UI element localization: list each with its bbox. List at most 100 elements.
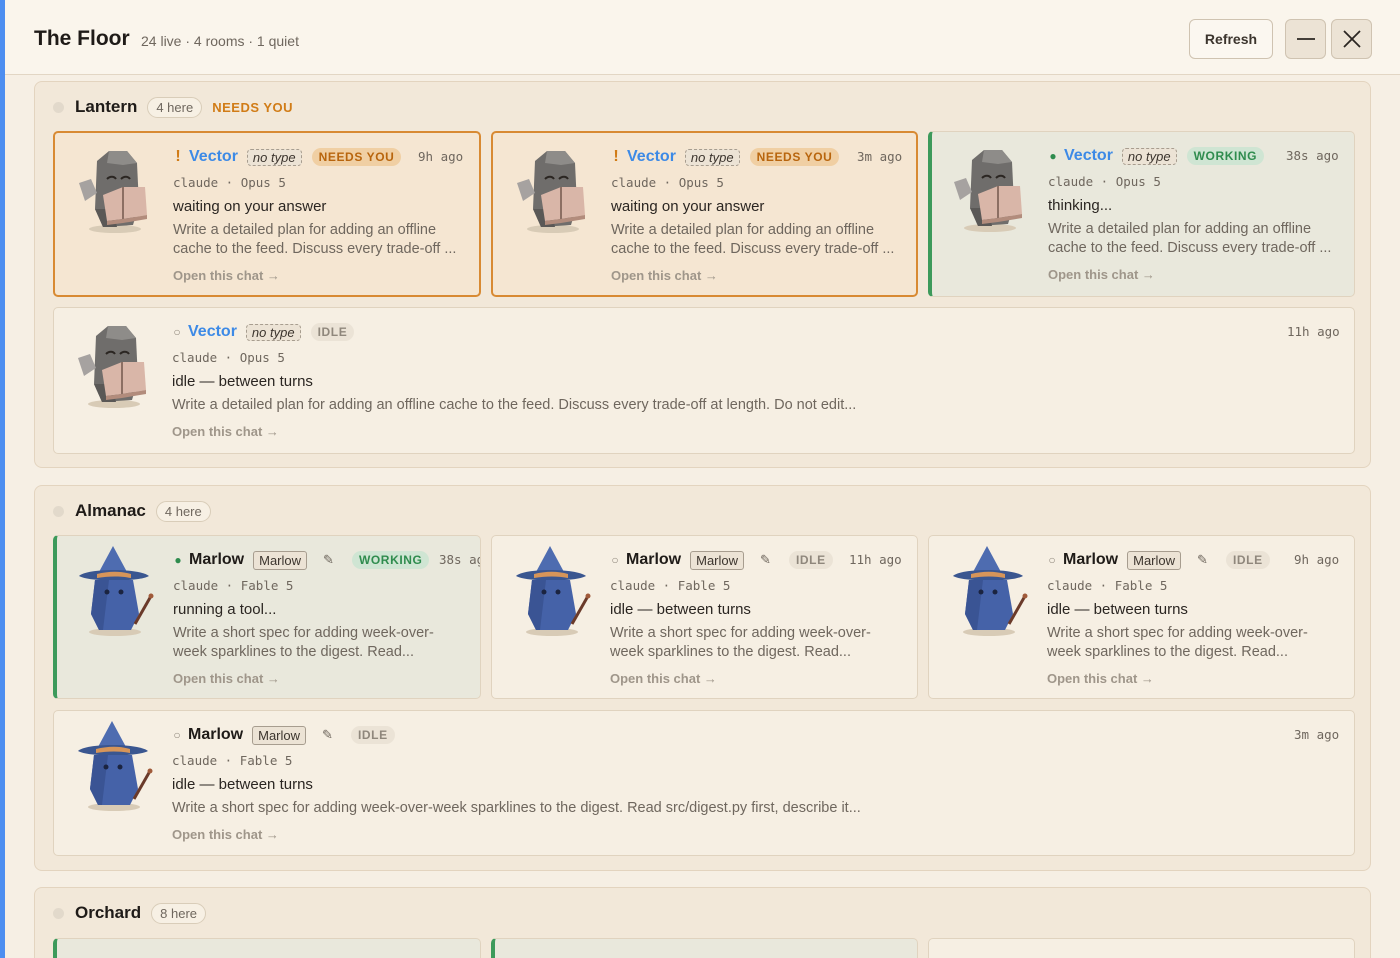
working-dot-icon: ●	[174, 553, 182, 567]
room-lantern: Lantern 4 here NEEDS YOU ! Vector no typ…	[34, 81, 1371, 468]
open-chat-link[interactable]: Open this chat →	[172, 827, 279, 842]
pencil-icon[interactable]: ✎	[323, 552, 334, 568]
role-tag: Marlow	[253, 550, 308, 570]
pencil-icon[interactable]: ✎	[760, 552, 771, 568]
agent-card[interactable]: ○ Marlow Marlow ✎ IDLE 11h ago claude · …	[491, 535, 918, 699]
idle-ring-icon: ○	[173, 325, 181, 339]
model-label: claude · Fable 5	[173, 578, 294, 593]
working-dot-icon: ●	[1049, 149, 1057, 163]
agent-card[interactable]: ○ Vector no type IDLE 11h ago claude · O…	[53, 307, 1355, 454]
agent-card[interactable]	[491, 938, 918, 958]
agent-name: Vector	[1064, 147, 1113, 164]
status-badge: IDLE	[310, 323, 355, 341]
room-status-dot	[53, 101, 64, 113]
model-label: claude · Opus 5	[611, 175, 724, 190]
model-label: claude · Fable 5	[1047, 578, 1168, 593]
model-label: claude · Opus 5	[172, 350, 285, 365]
status-text: running a tool...	[173, 601, 277, 618]
last-active: 3m ago	[857, 149, 903, 164]
attention-icon: !	[175, 148, 181, 165]
open-chat-link[interactable]: Open this chat →	[610, 671, 717, 686]
robot-avatar-icon	[516, 150, 586, 233]
open-chat-link[interactable]: Open this chat →	[1048, 267, 1155, 282]
prompt-preview: Write a detailed plan for adding an offl…	[611, 222, 895, 257]
room-count-badge: 4 here	[155, 500, 211, 522]
prompt-preview: Write a detailed plan for adding an offl…	[173, 222, 457, 257]
model-label: claude · Fable 5	[172, 753, 293, 768]
pencil-icon[interactable]: ✎	[322, 727, 333, 743]
minus-icon	[1296, 38, 1315, 40]
role-tag: Marlow	[690, 550, 745, 570]
agent-card[interactable]: ! Vector no type NEEDS YOU 3m ago claude…	[491, 131, 918, 297]
status-text: idle — between turns	[172, 373, 313, 390]
refresh-button[interactable]: Refresh	[1189, 19, 1273, 59]
status-text: idle — between turns	[610, 601, 751, 618]
status-text: idle — between turns	[172, 776, 313, 793]
last-active: 11h ago	[849, 552, 902, 567]
idle-ring-icon: ○	[1048, 553, 1056, 567]
room-orchard: Orchard 8 here	[34, 887, 1371, 958]
room-name: Lantern	[75, 97, 138, 116]
close-button[interactable]	[1331, 19, 1372, 59]
prompt-preview: Write a short spec for adding week-over-…	[172, 800, 861, 816]
status-badge: WORKING	[1186, 147, 1265, 165]
status-badge: WORKING	[351, 551, 430, 569]
prompt-preview: Write a short spec for adding week-over-…	[1047, 625, 1308, 660]
minimize-button[interactable]	[1285, 19, 1326, 59]
open-chat-link[interactable]: Open this chat →	[173, 268, 280, 283]
room-count-badge: 4 here	[147, 96, 203, 118]
role-tag: Marlow	[252, 725, 307, 745]
floor-summary: 24 live · 4 rooms · 1 quiet	[141, 33, 299, 49]
agent-card[interactable]	[53, 938, 481, 958]
agent-card[interactable]: ● Vector no type WORKING 38s ago claude …	[928, 131, 1355, 297]
room-name: Orchard	[75, 903, 142, 922]
agent-card[interactable]: ○ Marlow Marlow ✎ IDLE 3m ago claude · F…	[53, 710, 1355, 856]
agent-name: Marlow	[189, 551, 245, 568]
idle-ring-icon: ○	[611, 553, 619, 567]
status-text: thinking...	[1048, 197, 1113, 214]
prompt-preview: Write a detailed plan for adding an offl…	[172, 397, 857, 413]
wizard-avatar-icon	[76, 721, 154, 811]
prompt-preview: Write a short spec for adding week-over-…	[173, 625, 434, 660]
open-chat-link[interactable]: Open this chat →	[172, 424, 279, 439]
status-text: waiting on your answer	[173, 198, 327, 215]
status-badge: IDLE	[788, 551, 833, 569]
room-count-badge: 8 here	[151, 902, 207, 924]
room-name: Almanac	[75, 501, 146, 520]
last-active: 38s ago	[1286, 148, 1339, 163]
robot-avatar-icon	[78, 150, 148, 233]
open-chat-link[interactable]: Open this chat →	[611, 268, 718, 283]
prompt-preview: Write a detailed plan for adding an offl…	[1048, 221, 1332, 256]
open-chat-link[interactable]: Open this chat →	[1047, 671, 1154, 686]
agent-name: Marlow	[188, 726, 244, 743]
close-x-icon	[1342, 30, 1361, 48]
status-badge: IDLE	[350, 726, 395, 744]
open-chat-link[interactable]: Open this chat →	[173, 671, 280, 686]
type-tag: no type	[1121, 147, 1177, 165]
agent-card[interactable]: ! Vector no type NEEDS YOU 9h ago claude…	[53, 131, 481, 297]
agent-name: Vector	[627, 148, 676, 165]
top-bar: The Floor 24 live · 4 rooms · 1 quiet Re…	[5, 0, 1400, 75]
type-tag: no type	[684, 148, 740, 166]
room-status-dot	[53, 907, 64, 919]
page-title: The Floor	[34, 27, 130, 50]
status-badge: IDLE	[1225, 551, 1270, 569]
agent-card[interactable]	[928, 938, 1355, 958]
room-almanac: Almanac 4 here ● Marlow Marlow ✎ WORKING…	[34, 485, 1371, 871]
idle-ring-icon: ○	[173, 728, 181, 742]
agent-name: Marlow	[1063, 551, 1119, 568]
attention-icon: !	[613, 148, 619, 165]
wizard-avatar-icon	[951, 546, 1029, 636]
agent-card[interactable]: ○ Marlow Marlow ✎ IDLE 9h ago claude · F…	[928, 535, 1355, 699]
room-header: Orchard 8 here	[53, 901, 207, 925]
needs-you-flag: NEEDS YOU	[212, 99, 294, 115]
pencil-icon[interactable]: ✎	[1197, 552, 1208, 568]
status-text: waiting on your answer	[611, 198, 765, 215]
agent-card[interactable]: ● Marlow Marlow ✎ WORKING 38s ago claude…	[53, 535, 481, 699]
role-tag: Marlow	[1127, 550, 1182, 570]
last-active: 38s ago	[439, 552, 480, 567]
agent-name: Marlow	[626, 551, 682, 568]
status-badge: NEEDS YOU	[749, 148, 840, 166]
last-active: 9h ago	[418, 149, 464, 164]
agent-name: Vector	[189, 148, 238, 165]
